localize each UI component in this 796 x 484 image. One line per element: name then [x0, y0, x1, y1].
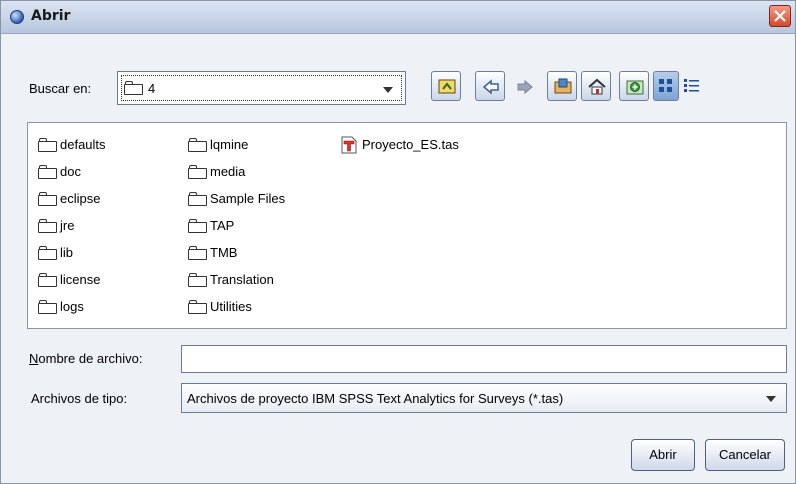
- folder-icon: [38, 272, 57, 287]
- folder-icon: [38, 137, 57, 152]
- home-button[interactable]: [581, 71, 611, 101]
- look-in-label: Buscar en:: [29, 81, 92, 96]
- item-label: Sample Files: [210, 191, 286, 206]
- folder-icon: [188, 164, 207, 179]
- filename-label-rest: ombre de archivo:: [38, 351, 143, 366]
- list-item[interactable]: eclipse: [38, 189, 100, 209]
- folder-icon: [188, 191, 207, 206]
- folder-icon: [188, 137, 207, 152]
- details-view-icon: [684, 79, 699, 92]
- list-item[interactable]: Translation: [188, 270, 274, 290]
- window-title: Abrir: [31, 8, 71, 24]
- title-bar[interactable]: Abrir: [1, 1, 795, 34]
- item-label: eclipse: [60, 191, 101, 206]
- list-item[interactable]: Proyecto_ES.tas: [340, 135, 459, 155]
- list-item[interactable]: defaults: [38, 135, 106, 155]
- item-label: Utilities: [210, 299, 252, 314]
- list-view-icon: [659, 79, 672, 92]
- folder-icon: [38, 299, 57, 314]
- folder-icon: [188, 299, 207, 314]
- list-item[interactable]: doc: [38, 162, 81, 182]
- list-item[interactable]: media: [188, 162, 245, 182]
- item-label: TAP: [210, 218, 235, 233]
- folder-icon: [38, 245, 57, 260]
- item-label: jre: [60, 218, 75, 233]
- folder-icon: [188, 272, 207, 287]
- item-label: defaults: [60, 137, 106, 152]
- list-item[interactable]: TMB: [188, 243, 237, 263]
- folder-icon: [38, 218, 57, 233]
- item-label: TMB: [210, 245, 238, 260]
- folder-icon: [188, 218, 207, 233]
- item-label: Proyecto_ES.tas: [362, 137, 459, 152]
- up-folder-icon: [438, 79, 456, 94]
- forward-arrow-icon: [517, 79, 533, 95]
- folder-icon: [188, 245, 207, 260]
- chevron-down-icon[interactable]: [383, 87, 393, 93]
- desktop-button[interactable]: [547, 71, 577, 101]
- close-icon: [774, 10, 786, 22]
- filetype-value: Archivos de proyecto IBM SPSS Text Analy…: [187, 391, 564, 406]
- folder-icon: [124, 81, 143, 95]
- look-in-dropdown[interactable]: 4: [117, 71, 406, 105]
- list-item[interactable]: jre: [38, 216, 74, 236]
- list-item[interactable]: lqmine: [188, 135, 248, 155]
- forward-button[interactable]: [509, 71, 539, 101]
- home-icon: [588, 78, 606, 95]
- item-label: media: [210, 164, 246, 179]
- list-item[interactable]: logs: [38, 297, 84, 317]
- item-label: lib: [60, 245, 74, 260]
- desktop-icon: [554, 78, 572, 94]
- cancel-button[interactable]: Cancelar: [705, 439, 785, 471]
- new-folder-icon: [626, 80, 644, 95]
- list-item[interactable]: license: [38, 270, 100, 290]
- open-button[interactable]: Abrir: [631, 439, 695, 471]
- filename-label: Nombre de archivo:: [29, 351, 143, 366]
- back-arrow-icon: [482, 79, 499, 95]
- list-item[interactable]: lib: [38, 243, 73, 263]
- list-view-button[interactable]: [653, 71, 679, 101]
- folder-icon: [38, 191, 57, 206]
- file-list[interactable]: defaults doc eclipse jre lib license log…: [27, 122, 787, 329]
- chevron-down-icon[interactable]: [766, 396, 776, 402]
- item-label: license: [60, 272, 101, 287]
- filetype-dropdown[interactable]: Archivos de proyecto IBM SPSS Text Analy…: [181, 383, 787, 413]
- app-icon: [10, 10, 24, 24]
- item-label: doc: [60, 164, 81, 179]
- list-item[interactable]: Utilities: [188, 297, 252, 317]
- list-item[interactable]: TAP: [188, 216, 234, 236]
- filename-input[interactable]: [181, 345, 787, 373]
- back-button[interactable]: [475, 71, 505, 101]
- new-folder-button[interactable]: [619, 71, 649, 101]
- focus-rect: [121, 75, 402, 101]
- filetype-label: Archivos de tipo:: [31, 391, 128, 406]
- close-button[interactable]: [769, 5, 791, 27]
- item-label: logs: [60, 299, 84, 314]
- open-dialog: Abrir Buscar en: 4 defaults doc eclipse …: [0, 0, 796, 484]
- item-label: Translation: [210, 272, 274, 287]
- folder-icon: [38, 164, 57, 179]
- tas-file-icon: [340, 136, 358, 154]
- item-label: lqmine: [210, 137, 249, 152]
- details-view-button[interactable]: [679, 71, 705, 101]
- look-in-value: 4: [148, 81, 156, 96]
- list-item[interactable]: Sample Files: [188, 189, 285, 209]
- up-folder-button[interactable]: [431, 71, 461, 101]
